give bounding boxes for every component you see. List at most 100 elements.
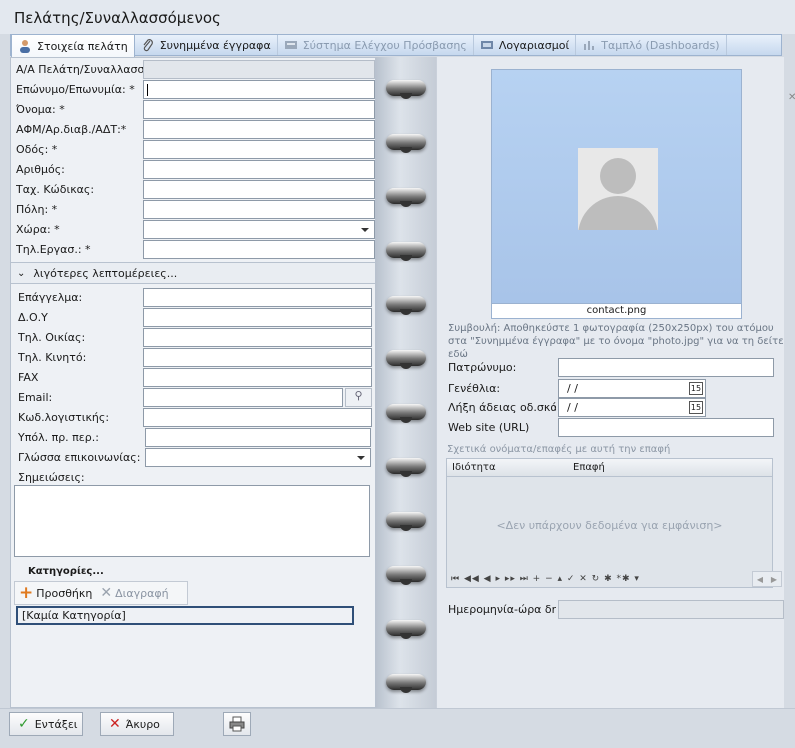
close-edge-icon: ✕: [788, 92, 795, 103]
surname-label: Επώνυμο/Επωνυμία: *: [16, 83, 135, 96]
fax-row: FAX: [18, 368, 38, 387]
doy-row: Δ.Ο.Υ: [18, 308, 48, 327]
close-icon: ✕: [109, 716, 121, 732]
tab-dashboards[interactable]: Ταμπλό (Dashboards): [576, 35, 727, 55]
language-row: Γλώσσα επικοινωνίας:: [18, 448, 140, 467]
mobile-label: Τηλ. Κινητό:: [18, 351, 87, 364]
categories-toolbar: + Προσθήκη ✕ Διαγραφή: [14, 581, 188, 605]
categories-title: Κατηγορίες...: [28, 565, 104, 577]
fax-input[interactable]: [143, 368, 372, 387]
birthday-date-input[interactable]: / / 15: [558, 379, 706, 398]
column-header-contact[interactable]: Επαφή: [573, 462, 605, 473]
patronymic-label: Πατρώνυμο:: [448, 361, 517, 374]
spiral-ring: [386, 242, 426, 261]
home-phone-input[interactable]: [143, 328, 372, 347]
calendar-icon[interactable]: 15: [689, 382, 703, 395]
number-input[interactable]: [143, 160, 375, 179]
email-input[interactable]: [143, 388, 343, 407]
column-header-property[interactable]: Ιδιότητα: [452, 462, 496, 473]
city-row: Πόλη: *: [16, 200, 57, 219]
work-phone-label: Τηλ.Εργασ.: *: [16, 243, 91, 256]
ok-button[interactable]: ✓ Εντάξει: [9, 712, 83, 736]
accounting-code-input[interactable]: [143, 408, 372, 427]
categories-header: Κατηγορίες...: [14, 561, 372, 581]
afm-row: ΑΦΜ/Αρ.διαβ./ΑΔΤ:*: [16, 120, 126, 139]
home-phone-label: Τηλ. Οικίας:: [18, 331, 86, 344]
calendar-icon[interactable]: 15: [689, 401, 703, 414]
navigator-buttons[interactable]: ⏮ ◀◀ ◀ ▸ ▸▸ ⏭ + − ▴ ✓ ✕ ↻ ✱ *✱ ▾: [451, 574, 640, 584]
scroll-right-icon[interactable]: ▶: [771, 575, 777, 584]
license-date-input[interactable]: / / 15: [558, 398, 706, 417]
name-label: Όνομα: *: [16, 103, 65, 116]
tab-label: Στοιχεία πελάτη: [37, 39, 128, 53]
id-row: Α/Α Πελάτη/Συναλλασσόμ: [16, 60, 144, 79]
related-contacts-grid[interactable]: Ιδιότητα Επαφή <Δεν υπάρχουν δεδομένα γι…: [446, 458, 773, 588]
patronymic-input[interactable]: [558, 358, 774, 377]
name-input[interactable]: [143, 100, 375, 119]
grid-horizontal-scrollbar[interactable]: ◀ ▶: [752, 571, 782, 587]
add-category-button[interactable]: + Προσθήκη: [15, 582, 96, 604]
avatar-placeholder-icon: [578, 148, 658, 230]
profession-label: Επάγγελμα:: [18, 291, 83, 304]
spiral-ring: [386, 674, 426, 693]
print-button[interactable]: [223, 712, 251, 736]
tab-customer-info[interactable]: Στοιχεία πελάτη: [11, 34, 135, 57]
street-label: Οδός: *: [16, 143, 58, 156]
scroll-left-icon[interactable]: ◀: [757, 575, 763, 584]
zip-input[interactable]: [143, 180, 375, 199]
mobile-input[interactable]: [143, 348, 372, 367]
surname-row: Επώνυμο/Επωνυμία: *: [16, 80, 135, 99]
surname-input[interactable]: [143, 80, 375, 99]
double-chevron-up-icon: ⌄: [17, 267, 26, 279]
country-select[interactable]: [143, 220, 375, 239]
photo-caption: contact.png: [492, 303, 741, 318]
spiral-ring: [386, 512, 426, 531]
website-input[interactable]: [558, 418, 774, 437]
balance-label: Υπόλ. πρ. περ.:: [18, 431, 99, 444]
country-label: Χώρα: *: [16, 223, 60, 236]
grid-navigator[interactable]: ⏮ ◀◀ ◀ ▸ ▸▸ ⏭ + − ▴ ✓ ✕ ↻ ✱ *✱ ▾: [447, 571, 772, 587]
window-title: Πελάτης/Συναλλασσόμενος: [14, 9, 221, 27]
zip-row: Ταχ. Κώδικας:: [16, 180, 94, 199]
tab-attachments[interactable]: Συνημμένα έγγραφα: [135, 35, 278, 55]
list-item[interactable]: [Καμία Κατηγορία]: [22, 609, 126, 622]
balance-input[interactable]: [145, 428, 371, 447]
work-phone-input[interactable]: [143, 240, 375, 259]
grid-empty-text: <Δεν υπάρχουν δεδομένα για εμφάνιση>: [496, 519, 723, 532]
delete-category-button[interactable]: ✕ Διαγραφή: [96, 582, 172, 604]
city-input[interactable]: [143, 200, 375, 219]
created-label: Ημερομηνία-ώρα δημιουργίας: [448, 603, 556, 616]
spiral-ring: [386, 620, 426, 639]
afm-input[interactable]: [143, 120, 375, 139]
notes-label: Σημειώσεις:: [18, 471, 85, 484]
categories-list[interactable]: [Καμία Κατηγορία]: [16, 606, 354, 625]
doy-input[interactable]: [143, 308, 372, 327]
contact-photo[interactable]: contact.png: [491, 69, 742, 319]
number-row: Αριθμός:: [16, 160, 65, 179]
spiral-ring: [386, 458, 426, 477]
language-label: Γλώσσα επικοινωνίας:: [18, 451, 141, 464]
spiral-ring: [386, 404, 426, 423]
search-icon[interactable]: ⚲: [345, 388, 372, 407]
notes-textarea[interactable]: [14, 485, 370, 557]
accounting-code-label: Κωδ.λογιστικής:: [18, 411, 110, 424]
avatar-body: [578, 196, 658, 230]
related-contacts-title: Σχετικά ονόματα/επαφές με αυτή την επαφή: [447, 444, 671, 455]
profession-row: Επάγγελμα:: [18, 288, 82, 307]
accounting-code-row: Κωδ.λογιστικής:: [18, 408, 109, 427]
tab-accounts[interactable]: Λογαριασμοί: [474, 35, 577, 55]
language-select[interactable]: [145, 448, 371, 467]
notebook-spiral: [376, 57, 436, 708]
tab-access-control[interactable]: Σύστημα Ελέγχου Πρόσβασης: [278, 35, 474, 55]
number-label: Αριθμός:: [16, 163, 65, 176]
street-input[interactable]: [143, 140, 375, 159]
details-toggle[interactable]: ⌄ λιγότερες λεπτομέρειες...: [11, 262, 375, 284]
cancel-button[interactable]: ✕ Άκυρο: [100, 712, 174, 736]
profession-input[interactable]: [143, 288, 372, 307]
spiral-ring: [386, 188, 426, 207]
account-icon: [480, 41, 493, 49]
spiral-ring: [386, 350, 426, 369]
spiral-ring: [386, 296, 426, 315]
photo-tip: Συμβουλή: Αποθηκεύστε 1 φωτογραφία (250x…: [448, 323, 784, 360]
street-row: Οδός: *: [16, 140, 57, 159]
